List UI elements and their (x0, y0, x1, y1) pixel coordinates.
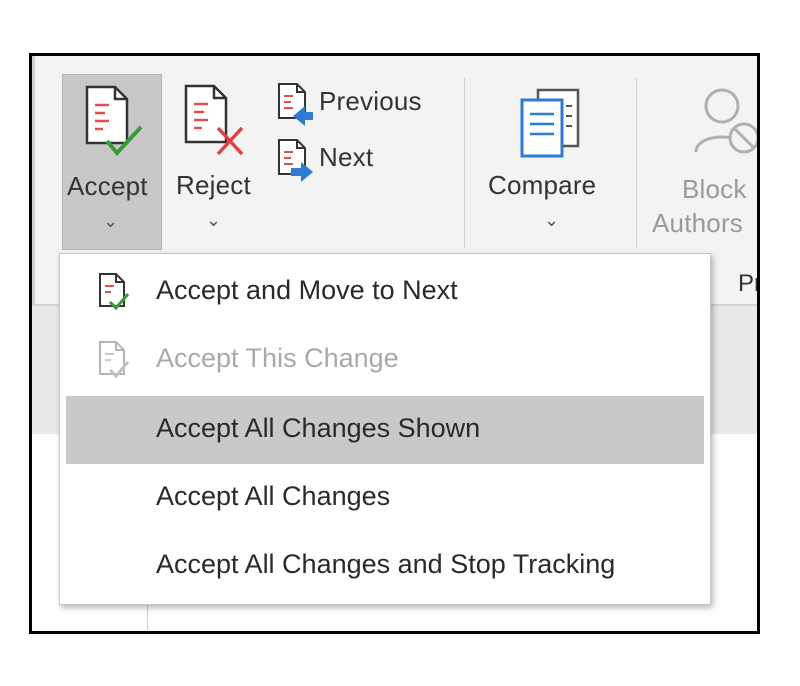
accept-label: Accept (67, 171, 148, 201)
word-review-screenshot: Accept ⌄ Reject ⌄ Previous Next Compare … (29, 53, 760, 634)
chevron-down-icon: ⌄ (206, 210, 222, 230)
menu-item-accept-all-shown[interactable]: Accept All Changes Shown (66, 396, 704, 464)
menu-item-accept-all-stop-tracking[interactable]: Accept All Changes and Stop Tracking (60, 532, 710, 600)
accept-change-icon (99, 341, 130, 379)
menu-item-label: Accept This Change (156, 343, 399, 373)
compare-button[interactable]: Compare ⌄ (482, 74, 622, 250)
block-label-line2: Authors (652, 208, 744, 238)
reject-button[interactable]: Reject ⌄ (172, 74, 260, 250)
previous-change-icon (278, 83, 313, 126)
person-block-icon (694, 88, 757, 154)
menu-item-label: Accept All Changes and Stop Tracking (156, 549, 616, 579)
chevron-down-icon: ⌄ (544, 210, 560, 230)
group-label-partial: Pr (738, 270, 760, 297)
accept-icon (85, 85, 143, 157)
ribbon-left-separator (32, 56, 35, 304)
block-authors-button[interactable]: Block Authors (652, 74, 757, 250)
group-separator (464, 78, 465, 248)
reject-label: Reject (176, 170, 251, 200)
compare-label: Compare (488, 170, 597, 200)
next-button[interactable]: Next (275, 138, 445, 182)
group-separator (636, 78, 637, 248)
previous-label: Previous (319, 86, 422, 116)
accept-button[interactable]: Accept ⌄ (62, 74, 162, 250)
menu-item-accept-all[interactable]: Accept All Changes (60, 464, 710, 532)
menu-item-label: Accept All Changes (156, 481, 391, 511)
reject-icon (184, 84, 244, 156)
accept-next-icon (99, 273, 130, 311)
accept-dropdown-menu: Accept and Move to Next Accept This Chan… (59, 253, 711, 605)
menu-item-label: Accept and Move to Next (156, 275, 458, 305)
menu-item-label: Accept All Changes Shown (156, 413, 481, 443)
previous-button[interactable]: Previous (275, 82, 445, 126)
next-label: Next (319, 142, 374, 172)
block-label-line1: Block (682, 174, 747, 204)
menu-item-accept-move-next[interactable]: Accept and Move to Next (60, 258, 710, 326)
compare-icon (520, 88, 580, 158)
next-change-icon (278, 139, 313, 182)
menu-item-accept-this-change[interactable]: Accept This Change (60, 326, 710, 394)
chevron-down-icon: ⌄ (103, 211, 119, 231)
